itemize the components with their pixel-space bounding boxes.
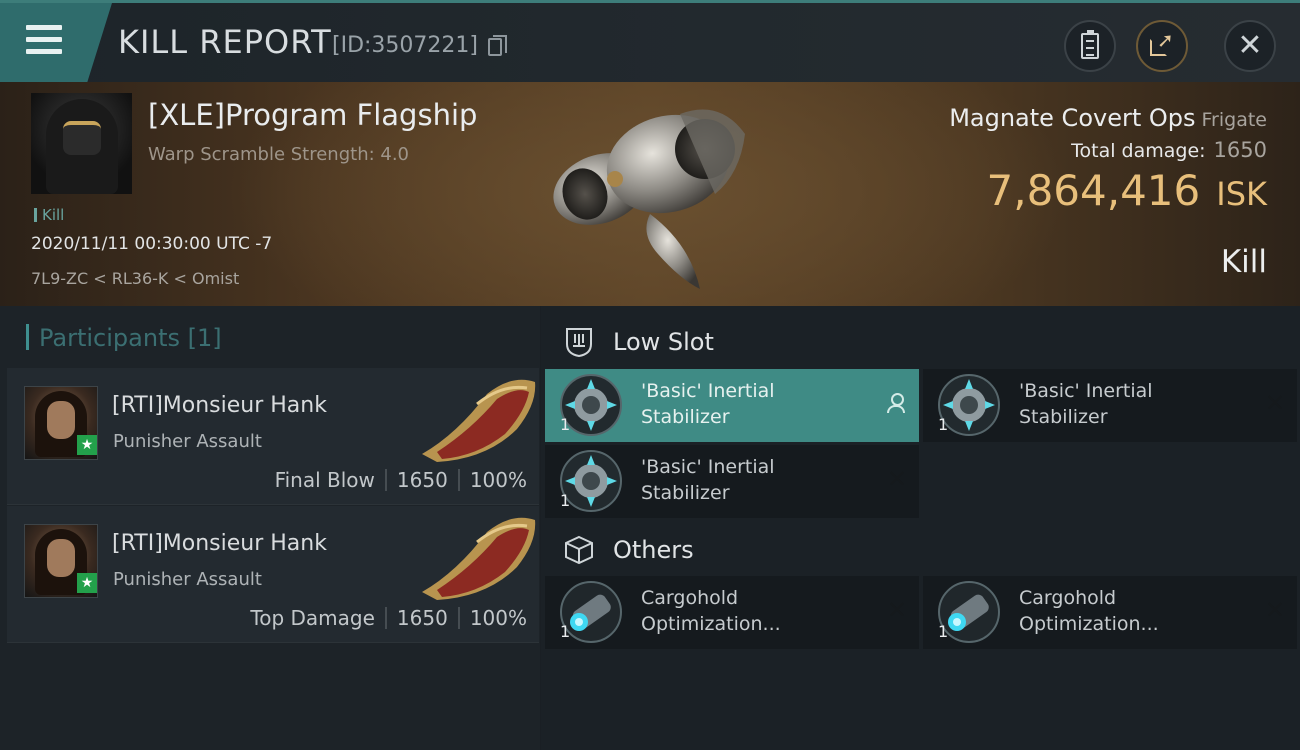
module-name: 'Basic' Inertial Stabilizer xyxy=(1019,380,1153,428)
person-icon xyxy=(887,393,905,413)
others-title: Others xyxy=(613,536,694,564)
participant-row[interactable]: ★ [RTI]Monsieur Hank Punisher Assault Fi… xyxy=(7,368,539,505)
kill-tag: Kill xyxy=(34,206,64,224)
destroyed-x-icon: ✕ xyxy=(886,465,907,493)
warp-scramble-strength: Warp Scramble Strength: 4.0 xyxy=(148,144,410,165)
clipboard-button[interactable] xyxy=(1064,20,1116,72)
participant-ship: Punisher Assault xyxy=(113,431,262,452)
others-header: Others xyxy=(541,522,1300,576)
module-name: 'Basic' Inertial Stabilizer xyxy=(641,456,775,504)
victim-portrait[interactable] xyxy=(31,93,132,194)
star-badge-icon: ★ xyxy=(77,435,97,455)
module-quantity: 1 xyxy=(938,622,949,641)
close-button[interactable]: ✕ xyxy=(1224,20,1276,72)
report-id: [ID:3507221] xyxy=(332,33,478,58)
clipboard-icon xyxy=(1081,30,1099,59)
victim-ship-class: Frigate xyxy=(1201,109,1267,131)
victim-ship-image[interactable] xyxy=(540,94,770,294)
module-slot[interactable]: 1 Cargohold Optimization... ✕ xyxy=(545,576,919,649)
participant-percent: 100% xyxy=(469,468,527,492)
module-name: Cargohold Optimization... xyxy=(1019,587,1159,635)
participant-name[interactable]: [RTI]Monsieur Hank xyxy=(112,531,327,556)
total-damage-label: Total damage: xyxy=(1071,140,1206,162)
module-name: 'Basic' Inertial Stabilizer xyxy=(641,380,775,428)
module-slot[interactable]: 1 'Basic' Inertial Stabilizer ✕ xyxy=(545,445,919,518)
victim-banner: [XLE]Program Flagship Warp Scramble Stre… xyxy=(0,82,1300,306)
low-slot-title: Low Slot xyxy=(613,328,714,356)
total-damage-value: 1650 xyxy=(1213,138,1267,162)
copy-icon[interactable] xyxy=(488,35,507,56)
participant-avatar[interactable]: ★ xyxy=(24,386,98,460)
fittings-panel: Low Slot 1 'Basic' Inertial Stabilizer 1… xyxy=(541,306,1300,750)
menu-button[interactable] xyxy=(0,3,112,82)
low-slot-icon xyxy=(566,328,592,358)
participant-role: Final Blow xyxy=(274,468,375,492)
participants-header[interactable]: Participants [1] xyxy=(26,324,222,352)
destroyed-x-icon: ✕ xyxy=(1264,389,1285,417)
module-slot[interactable]: 1 Cargohold Optimization... ✕ xyxy=(923,576,1297,649)
participant-name[interactable]: [RTI]Monsieur Hank xyxy=(112,393,327,418)
victim-name[interactable]: [XLE]Program Flagship xyxy=(148,98,477,132)
share-icon xyxy=(1150,28,1174,58)
participant-role: Top Damage xyxy=(250,606,375,630)
isk-unit: ISK xyxy=(1216,175,1267,213)
low-slot-header: Low Slot xyxy=(541,314,1300,368)
module-slot[interactable]: 1 'Basic' Inertial Stabilizer ✕ xyxy=(923,369,1297,442)
module-quantity: 1 xyxy=(560,491,571,510)
participant-stats: Top Damage 1650 100% xyxy=(250,606,527,630)
isk-value: 7,864,416 xyxy=(986,166,1201,215)
kill-location: 7L9-ZC < RL36-K < Omist xyxy=(31,269,240,288)
participant-percent: 100% xyxy=(469,606,527,630)
participant-ship-image[interactable] xyxy=(417,374,537,464)
page-title: KILL REPORT xyxy=(118,23,332,61)
victim-ship-name[interactable]: Magnate Covert Ops xyxy=(949,104,1195,132)
destroyed-x-icon: ✕ xyxy=(886,596,907,624)
participant-ship: Punisher Assault xyxy=(113,569,262,590)
participant-avatar[interactable]: ★ xyxy=(24,524,98,598)
participant-ship-image[interactable] xyxy=(417,512,537,602)
top-bar: KILL REPORT [ID:3507221] ✕ xyxy=(0,0,1300,82)
module-quantity: 1 xyxy=(560,622,571,641)
close-icon: ✕ xyxy=(1237,28,1263,63)
participants-panel: Participants [1] ★ [RTI]Monsieur Hank Pu… xyxy=(0,306,540,750)
participant-damage: 1650 xyxy=(396,606,448,630)
participant-row[interactable]: ★ [RTI]Monsieur Hank Punisher Assault To… xyxy=(7,506,539,643)
module-quantity: 1 xyxy=(938,415,949,434)
menu-icon xyxy=(26,25,62,55)
module-name: Cargohold Optimization... xyxy=(641,587,781,635)
participant-stats: Final Blow 1650 100% xyxy=(275,468,527,492)
cube-icon xyxy=(565,535,593,565)
module-slot[interactable]: 1 'Basic' Inertial Stabilizer xyxy=(545,369,919,442)
ship-info: Magnate Covert Ops Frigate Total damage: 1… xyxy=(949,104,1267,215)
destroyed-x-icon: ✕ xyxy=(1264,596,1285,624)
star-badge-icon: ★ xyxy=(77,573,97,593)
share-button[interactable] xyxy=(1136,20,1188,72)
participant-damage: 1650 xyxy=(396,468,448,492)
module-quantity: 1 xyxy=(560,415,571,434)
kill-datetime: 2020/11/11 00:30:00 UTC -7 xyxy=(31,234,273,254)
kill-result: Kill xyxy=(1220,244,1267,280)
